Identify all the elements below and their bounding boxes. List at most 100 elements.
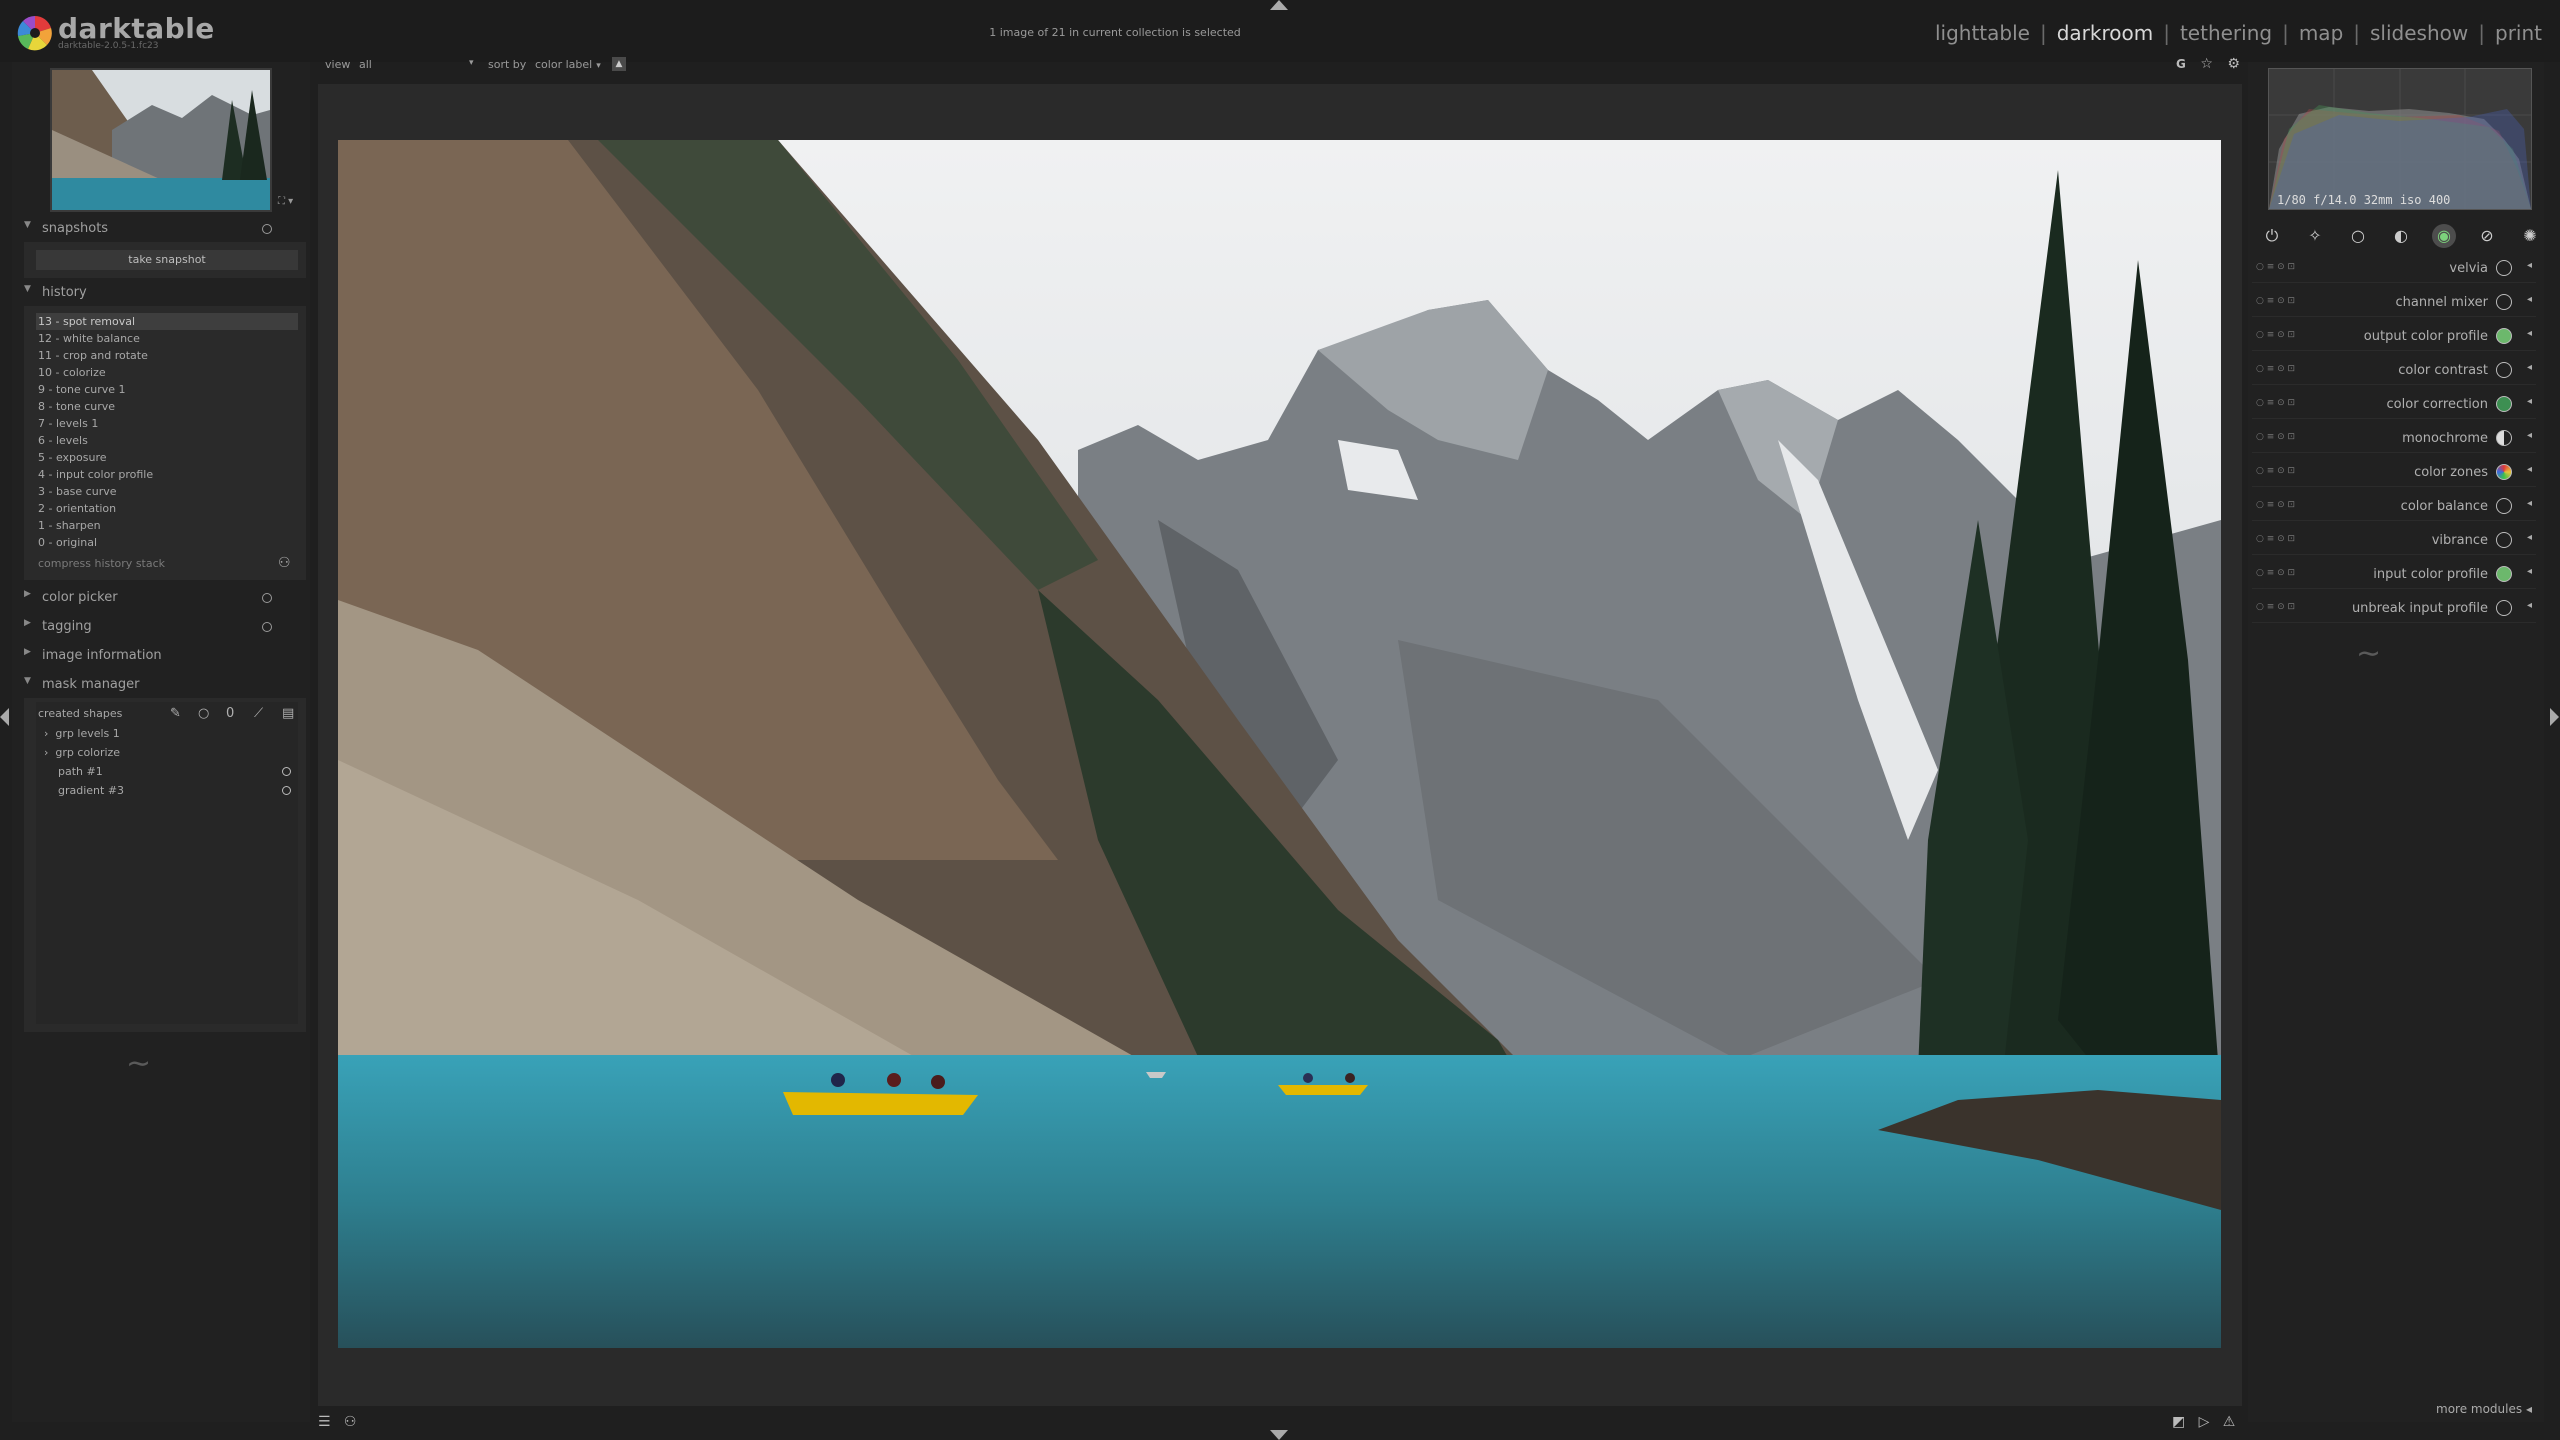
circle-tool-icon[interactable]: ○ — [198, 706, 209, 721]
color-zones-icon[interactable] — [2496, 464, 2512, 480]
effect-group-icon[interactable]: ✺ — [2518, 224, 2542, 248]
output-color-profile-icon[interactable] — [2496, 328, 2512, 344]
color-balance-icon[interactable] — [2496, 498, 2512, 514]
warning-icon[interactable]: ⚠ — [2223, 1414, 2236, 1430]
view-print[interactable]: print — [2495, 21, 2542, 45]
histogram[interactable]: 1/80 f/14.0 32mm iso 400 — [2268, 68, 2532, 210]
expand-module-arrow-icon[interactable]: ◂ — [2527, 362, 2532, 373]
module-vibrance[interactable]: ○ ≡ ⊙ ⊡ vibrance ◂ — [2252, 524, 2536, 555]
ellipse-tool-icon[interactable]: 0 — [226, 706, 234, 721]
tone-group-icon[interactable]: ◐ — [2389, 224, 2413, 248]
view-map[interactable]: map — [2299, 21, 2343, 45]
take-snapshot-button[interactable]: take snapshot — [36, 250, 298, 270]
history-item[interactable]: 11 - crop and rotate — [36, 347, 298, 364]
color-contrast-icon[interactable] — [2496, 362, 2512, 378]
history-item[interactable]: 6 - levels — [36, 432, 298, 449]
image-information-module-header[interactable]: ▶ image information — [24, 645, 306, 667]
softproof-icon[interactable]: ◩ — [2172, 1414, 2185, 1430]
module-control-icons[interactable]: ○ ≡ ⊙ ⊡ — [2256, 500, 2295, 510]
snapshots-module-header[interactable]: ▼ snapshots — [24, 218, 306, 240]
module-control-icons[interactable]: ○ ≡ ⊙ ⊡ — [2256, 296, 2295, 306]
expand-module-arrow-icon[interactable]: ◂ — [2527, 600, 2532, 611]
reset-icon[interactable] — [262, 224, 272, 234]
navigation-zoom-icon[interactable]: ⛶ ▾ — [278, 196, 293, 207]
shape-group-row[interactable]: › grp colorize — [44, 746, 120, 759]
module-control-icons[interactable]: ○ ≡ ⊙ ⊡ — [2256, 466, 2295, 476]
module-control-icons[interactable]: ○ ≡ ⊙ ⊡ — [2256, 262, 2295, 272]
quick-access-panel-icon[interactable]: ☰ — [318, 1414, 331, 1430]
input-color-profile-icon[interactable] — [2496, 566, 2512, 582]
expand-module-arrow-icon[interactable]: ◂ — [2527, 430, 2532, 441]
collapse-top-panel-arrow-icon[interactable] — [1270, 0, 1288, 10]
gamut-check-icon[interactable]: ▷ — [2199, 1414, 2210, 1430]
channel-mixer-icon[interactable] — [2496, 294, 2512, 310]
expand-module-arrow-icon[interactable]: ◂ — [2527, 464, 2532, 475]
monochrome-icon[interactable] — [2496, 430, 2512, 446]
module-color-balance[interactable]: ○ ≡ ⊙ ⊡ color balance ◂ — [2252, 490, 2536, 521]
overlay-star-icon[interactable]: ☆ — [2200, 56, 2213, 72]
sort-by-dropdown[interactable]: color label ▾ — [535, 58, 601, 71]
vibrance-icon[interactable] — [2496, 532, 2512, 548]
expand-module-arrow-icon[interactable]: ◂ — [2527, 260, 2532, 271]
preferences-gear-icon[interactable]: ⚙ — [2227, 56, 2240, 72]
favorite-icon[interactable]: ✧ — [2303, 224, 2327, 248]
shape-gradient-row[interactable]: gradient #3 — [58, 784, 124, 797]
history-module-header[interactable]: ▼ history — [24, 282, 306, 304]
view-filter-dropdown[interactable]: all ▾ — [359, 58, 474, 71]
reset-icon[interactable] — [262, 622, 272, 632]
expand-module-arrow-icon[interactable]: ◂ — [2527, 566, 2532, 577]
module-color-correction[interactable]: ○ ≡ ⊙ ⊡ color correction ◂ — [2252, 388, 2536, 419]
history-item[interactable]: 9 - tone curve 1 — [36, 381, 298, 398]
history-item[interactable]: 8 - tone curve — [36, 398, 298, 415]
velvia-icon[interactable] — [2496, 260, 2512, 276]
expand-module-arrow-icon[interactable]: ◂ — [2527, 498, 2532, 509]
basic-group-icon[interactable]: ○ — [2346, 224, 2370, 248]
history-item[interactable]: 13 - spot removal — [36, 313, 298, 330]
mask-manager-module-header[interactable]: ▼ mask manager — [24, 674, 306, 696]
expand-module-arrow-icon[interactable]: ◂ — [2527, 328, 2532, 339]
history-item[interactable]: 12 - white balance — [36, 330, 298, 347]
module-monochrome[interactable]: ○ ≡ ⊙ ⊡ monochrome ◂ — [2252, 422, 2536, 453]
module-color-contrast[interactable]: ○ ≡ ⊙ ⊡ color contrast ◂ — [2252, 354, 2536, 385]
module-channel-mixer[interactable]: ○ ≡ ⊙ ⊡ channel mixer ◂ — [2252, 286, 2536, 317]
navigation-thumbnail[interactable] — [50, 68, 272, 212]
styles-icon[interactable]: ⚇ — [344, 1414, 357, 1430]
module-output-color-profile[interactable]: ○ ≡ ⊙ ⊡ output color profile ◂ — [2252, 320, 2536, 351]
collapse-left-panel-arrow-icon[interactable] — [0, 708, 9, 726]
create-style-icon[interactable]: ⚇ — [278, 555, 291, 571]
module-control-icons[interactable]: ○ ≡ ⊙ ⊡ — [2256, 534, 2295, 544]
more-modules-button[interactable]: more modules ◂ — [2436, 1402, 2532, 1416]
expand-module-arrow-icon[interactable]: ◂ — [2527, 396, 2532, 407]
history-item[interactable]: 5 - exposure — [36, 449, 298, 466]
power-icon[interactable]: ⏻ — [2260, 224, 2284, 248]
unbreak-input-profile-icon[interactable] — [2496, 600, 2512, 616]
brush-tool-icon[interactable]: ✎ — [170, 706, 181, 721]
expand-module-arrow-icon[interactable]: ◂ — [2527, 294, 2532, 305]
main-image[interactable] — [338, 140, 2221, 1348]
view-darkroom[interactable]: darkroom — [2057, 21, 2154, 45]
history-item[interactable]: 1 - sharpen — [36, 517, 298, 534]
module-control-icons[interactable]: ○ ≡ ⊙ ⊡ — [2256, 398, 2295, 408]
module-control-icons[interactable]: ○ ≡ ⊙ ⊡ — [2256, 364, 2295, 374]
history-item[interactable]: 4 - input color profile — [36, 466, 298, 483]
color-group-icon[interactable]: ◉ — [2432, 224, 2456, 248]
module-control-icons[interactable]: ○ ≡ ⊙ ⊡ — [2256, 602, 2295, 612]
module-color-zones[interactable]: ○ ≡ ⊙ ⊡ color zones ◂ — [2252, 456, 2536, 487]
gradient-tool-icon[interactable]: ▤ — [282, 706, 294, 721]
reset-icon[interactable] — [262, 593, 272, 603]
compress-history-button[interactable]: compress history stack — [38, 557, 165, 570]
module-velvia[interactable]: ○ ≡ ⊙ ⊡ velvia ◂ — [2252, 252, 2536, 283]
history-item[interactable]: 0 - original — [36, 534, 298, 551]
history-item[interactable]: 2 - orientation — [36, 500, 298, 517]
view-tethering[interactable]: tethering — [2180, 21, 2272, 45]
history-item[interactable]: 3 - base curve — [36, 483, 298, 500]
history-item[interactable]: 10 - colorize — [36, 364, 298, 381]
shape-group-row[interactable]: › grp levels 1 — [44, 727, 120, 740]
color-picker-module-header[interactable]: ▶ color picker — [24, 587, 306, 609]
module-control-icons[interactable]: ○ ≡ ⊙ ⊡ — [2256, 568, 2295, 578]
collapse-bottom-panel-arrow-icon[interactable] — [1270, 1430, 1288, 1440]
module-unbreak-input-profile[interactable]: ○ ≡ ⊙ ⊡ unbreak input profile ◂ — [2252, 592, 2536, 623]
tagging-module-header[interactable]: ▶ tagging — [24, 616, 306, 638]
view-lighttable[interactable]: lighttable — [1935, 21, 2030, 45]
color-correction-icon[interactable] — [2496, 396, 2512, 412]
